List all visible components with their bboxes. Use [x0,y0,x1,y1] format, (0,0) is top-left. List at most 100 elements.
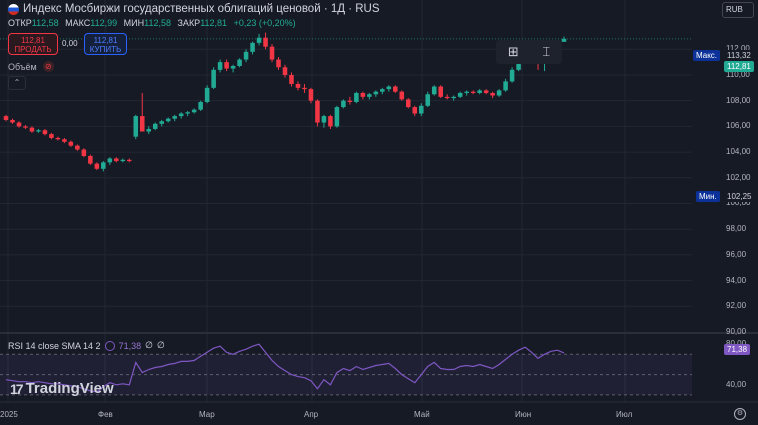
time-tick: Апр [304,410,319,419]
candle [178,112,184,119]
candle-body [88,155,93,164]
candle [152,122,158,131]
candle [425,91,431,108]
rsi-extra-2: ∅ [156,340,165,350]
price-tick: 106,00 [726,121,751,131]
candle-body [451,96,456,99]
candle [94,162,100,171]
candle [198,100,203,111]
candle-body [399,91,405,100]
ohlc-values: ОТКР112,58 МАКС112,99 МИН112,58 ЗАКР112,… [8,18,296,28]
tv-logo-icon: 17 [10,380,24,397]
candle [360,91,366,100]
candle-body [107,158,113,163]
price-tick: 108,00 [726,95,751,105]
candle [230,64,236,73]
price-tick: 98,00 [726,224,747,234]
candle [496,89,502,97]
candle-body [503,81,508,91]
candle [120,158,126,163]
chart-canvas[interactable] [0,0,758,425]
candle-body [224,62,229,69]
gear-icon[interactable]: ⚙ [734,408,746,420]
candle [561,36,567,42]
candle-body [380,89,385,92]
rsi-legend[interactable]: RSI 14 close SMA 14 2 71,38 ∅ ∅ [8,340,165,351]
candle [373,90,379,97]
candle [62,137,67,144]
candle-body [146,128,152,132]
candle [49,132,54,140]
rsi-settings-icon[interactable] [104,340,115,351]
candle [464,90,469,96]
candle [42,128,48,136]
candle-body [263,37,268,47]
price-tick: 40,00 [726,379,747,389]
symbol-title: Индекс Мосбиржи государственных облигаци… [23,3,380,15]
chevron-up-icon: ⌃ [13,78,21,87]
candle-body [178,113,184,117]
min-price-label: Мин. [696,191,720,202]
candle [250,41,255,55]
price-tick: 94,00 [726,275,747,285]
candle [406,98,411,109]
candle [217,59,223,73]
symbol-legend[interactable]: Индекс Мосбиржи государственных облигаци… [8,3,380,15]
eye-off-icon[interactable]: ⊘ [42,61,54,72]
price-tick: 104,00 [726,147,751,157]
candle-body [42,130,48,135]
candle-body [120,159,126,162]
candle-body [75,145,80,150]
candle [334,105,340,128]
sell-button[interactable]: 112,81 ПРОДАТЬ [8,33,58,55]
buy-button[interactable]: 112,81 КУПИТЬ [84,33,127,55]
candle-body [23,126,28,128]
candle-body [295,83,301,88]
rsi-extra-1: ∅ [145,340,153,350]
collapse-legend-button[interactable]: ⌃ [8,76,26,90]
candle [243,49,249,63]
currency-selector[interactable]: RUB [722,2,754,18]
candle [509,67,515,83]
candle [159,119,164,127]
candle-body [250,42,255,52]
candle-body [341,100,346,108]
candle-body [243,51,249,60]
candle [204,85,210,104]
candle-body [282,67,288,75]
candle [133,114,139,140]
rsi-axis-label: 71,38 [724,344,751,355]
volume-legend[interactable]: Объём ⊘ [8,61,54,72]
time-tick: 2025 [0,410,18,419]
text-cursor-icon[interactable]: ⌶ [542,44,550,60]
candle [269,44,275,63]
logo-text: TradingView [25,380,114,397]
candle [88,154,93,165]
candle-body [418,105,424,114]
crosshair-grid-icon[interactable]: ⊞ [508,44,519,60]
candle-body [308,89,314,101]
candle-body [211,69,216,88]
candle-body [16,122,22,127]
candle-body [191,109,197,113]
candle [237,58,242,68]
candle-body [431,86,437,95]
candle [503,78,508,92]
candle-body [165,118,171,122]
candle [224,59,229,72]
candle-body [36,130,41,132]
candle [256,33,262,46]
rsi-legend-text: RSI 14 close SMA 14 2 [8,340,101,351]
tradingview-logo[interactable]: 17 TradingView [10,380,114,397]
candle-body [81,149,87,156]
candle [438,85,443,99]
current-price-label: 112,81 [724,61,754,72]
candle [483,89,489,95]
candle [114,157,119,163]
candle-body [354,92,359,102]
candle [75,144,80,151]
candle-body [315,100,320,123]
candle-body [457,92,463,97]
candle-body [237,59,242,66]
candle [477,89,482,95]
